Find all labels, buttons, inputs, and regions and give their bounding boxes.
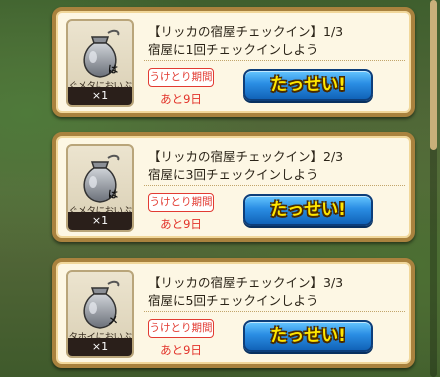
period-label: うけとり期間 xyxy=(148,68,214,87)
period-label: うけとり期間 xyxy=(148,319,214,338)
item-count: ×1 xyxy=(68,87,132,105)
scrollbar-thumb[interactable] xyxy=(430,0,437,150)
achieve-button-label: たっせい! xyxy=(270,200,346,220)
item-tag: メ xyxy=(108,316,118,327)
period-value: あと9日 xyxy=(160,343,202,357)
item-tag: は xyxy=(108,190,118,201)
item-count: ×1 xyxy=(68,212,132,230)
mission-description: 宿屋に1回チェックインしよう xyxy=(148,42,319,57)
divider xyxy=(144,185,405,187)
achieve-button-label: たっせい! xyxy=(270,326,346,346)
mission-description: 宿屋に3回チェックインしよう xyxy=(148,167,319,182)
item-tag: は xyxy=(108,65,118,76)
reward-item-box: は ぐメタにおいぶくろ ×1 xyxy=(66,144,134,232)
reward-item-box: メ タホイにおいぶくろ ×1 xyxy=(66,270,134,358)
achieve-button[interactable]: たっせい! xyxy=(243,69,373,101)
mission-title: 【リッカの宿屋チェックイン】2/3 xyxy=(148,149,344,164)
mission-card-2: は ぐメタにおいぶくろ ×1 【リッカの宿屋チェックイン】2/3 宿屋に3回チェ… xyxy=(52,132,415,242)
item-count: ×1 xyxy=(68,338,132,356)
mission-card-3: メ タホイにおいぶくろ ×1 【リッカの宿屋チェックイン】3/3 宿屋に5回チェ… xyxy=(52,258,415,368)
scrollbar[interactable] xyxy=(430,0,437,377)
reward-item-box: は ぐメタにおいぶくろ ×1 xyxy=(66,19,134,107)
mission-title: 【リッカの宿屋チェックイン】1/3 xyxy=(148,24,344,39)
mission-card-1: は ぐメタにおいぶくろ ×1 【リッカの宿屋チェックイン】1/3 宿屋に1回チェ… xyxy=(52,7,415,117)
mission-title: 【リッカの宿屋チェックイン】3/3 xyxy=(148,275,344,290)
divider xyxy=(144,311,405,313)
achieve-button[interactable]: たっせい! xyxy=(243,320,373,352)
period-value: あと9日 xyxy=(160,217,202,231)
period-value: あと9日 xyxy=(160,92,202,106)
period-label: うけとり期間 xyxy=(148,193,214,212)
divider xyxy=(144,60,405,62)
mission-description: 宿屋に5回チェックインしよう xyxy=(148,293,319,308)
achieve-button-label: たっせい! xyxy=(270,75,346,95)
achieve-button[interactable]: たっせい! xyxy=(243,194,373,226)
